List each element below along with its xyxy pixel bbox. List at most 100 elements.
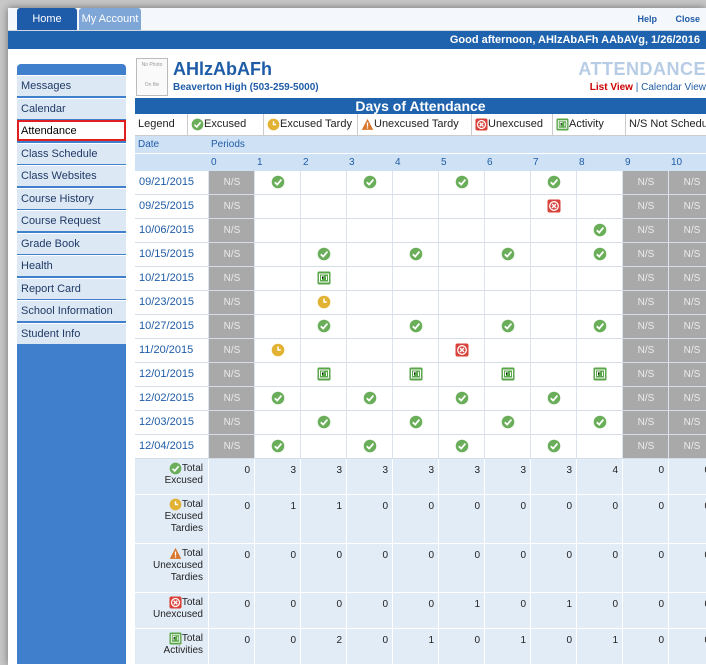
period-cell[interactable]	[392, 243, 439, 266]
list-view-link[interactable]: List View	[590, 82, 633, 93]
period-cell	[300, 339, 347, 362]
period-cell	[300, 387, 347, 410]
period-cell[interactable]	[300, 267, 347, 290]
view-links: List View | Calendar View	[590, 82, 706, 93]
period-header-8: 8	[579, 157, 585, 168]
period-cell[interactable]	[346, 435, 393, 458]
period-cell[interactable]	[576, 243, 623, 266]
date-link[interactable]: 10/06/2015	[135, 219, 207, 242]
period-cell[interactable]	[530, 435, 577, 458]
period-cell: N/S	[622, 267, 669, 290]
tab-home[interactable]: Home	[17, 8, 77, 30]
period-cell[interactable]	[300, 411, 347, 434]
period-cell	[484, 195, 531, 218]
period-cell[interactable]	[254, 171, 301, 194]
not-scheduled-text: N/S	[637, 369, 655, 380]
period-cell[interactable]	[438, 339, 485, 362]
period-cell[interactable]	[576, 411, 623, 434]
date-link[interactable]: 12/04/2015	[135, 435, 207, 458]
period-cell[interactable]	[254, 339, 301, 362]
check-icon	[409, 247, 423, 261]
period-cell	[300, 435, 347, 458]
period-cell	[438, 195, 485, 218]
totals-row: TotalExcused03333333400	[135, 459, 706, 495]
period-cell[interactable]	[254, 435, 301, 458]
total-value: 0	[530, 544, 576, 592]
sidebar-item-course-history[interactable]: Course History	[17, 187, 126, 209]
period-cell[interactable]	[438, 435, 485, 458]
period-cell[interactable]	[484, 315, 531, 338]
close-link[interactable]: Close	[675, 14, 700, 24]
period-cell[interactable]	[576, 315, 623, 338]
sidebar-item-health[interactable]: Health	[17, 255, 126, 276]
date-link[interactable]: 10/23/2015	[135, 291, 207, 314]
sidebar-item-calendar[interactable]: Calendar	[17, 97, 126, 119]
period-cell	[346, 291, 393, 314]
tab-my-account[interactable]: My Account	[79, 8, 141, 30]
not-scheduled-text: N/S	[683, 177, 701, 188]
date-link[interactable]: 09/21/2015	[135, 171, 207, 194]
period-cell[interactable]	[300, 291, 347, 314]
sidebar-item-messages[interactable]: Messages	[17, 75, 126, 96]
sidebar-item-student-info[interactable]: Student Info	[17, 322, 126, 344]
sidebar-item-attendance[interactable]: Attendance	[17, 120, 126, 141]
period-cell[interactable]	[438, 387, 485, 410]
not-scheduled-text: N/S	[637, 345, 655, 356]
sidebar-item-grade-book[interactable]: Grade Book	[17, 232, 126, 254]
totals-label-line: Total	[181, 597, 203, 609]
period-cell[interactable]	[484, 411, 531, 434]
period-cell[interactable]	[392, 315, 439, 338]
date-link[interactable]: 12/01/2015	[135, 363, 207, 386]
period-cell[interactable]	[484, 363, 531, 386]
period-cell[interactable]	[438, 171, 485, 194]
period-cell[interactable]	[392, 363, 439, 386]
period-cell[interactable]	[300, 363, 347, 386]
period-cell[interactable]	[300, 315, 347, 338]
date-link[interactable]: 12/02/2015	[135, 387, 207, 410]
period-cell[interactable]	[392, 411, 439, 434]
legend: Legend Excused Excused Tardy Unexcused T…	[135, 114, 706, 136]
table-row: 12/01/2015 N/S N/S N/S	[135, 363, 706, 387]
period-cell	[484, 219, 531, 242]
date-link[interactable]: 10/27/2015	[135, 315, 207, 338]
period-cell[interactable]	[346, 387, 393, 410]
period-cell: N/S	[668, 387, 706, 410]
period-cell[interactable]	[300, 243, 347, 266]
sidebar-item-course-request[interactable]: Course Request	[17, 210, 126, 231]
table-row: 12/02/2015 N/S N/S N/S	[135, 387, 706, 411]
total-value: 0	[530, 495, 576, 543]
not-scheduled-text: N/S	[223, 345, 241, 356]
period-cell[interactable]	[576, 363, 623, 386]
cross-circle-icon	[547, 199, 561, 213]
clock-icon	[317, 295, 331, 309]
period-cell[interactable]	[254, 387, 301, 410]
period-cell[interactable]	[346, 171, 393, 194]
calendar-view-link[interactable]: Calendar View	[641, 82, 706, 93]
not-scheduled-text: N/S	[683, 321, 701, 332]
legend-activity-text: Activity	[569, 118, 604, 130]
sidebar-item-class-schedule[interactable]: Class Schedule	[17, 142, 126, 164]
date-link[interactable]: 09/25/2015	[135, 195, 207, 218]
date-link[interactable]: 12/03/2015	[135, 411, 207, 434]
total-value: 0	[668, 629, 706, 664]
date-link[interactable]: 11/20/2015	[135, 339, 207, 362]
sidebar-item-class-websites[interactable]: Class Websites	[17, 165, 126, 186]
period-cell	[392, 387, 439, 410]
period-cell[interactable]	[530, 171, 577, 194]
period-cell[interactable]	[530, 195, 577, 218]
period-cell: N/S	[668, 291, 706, 314]
date-link[interactable]: 10/15/2015	[135, 243, 207, 266]
help-link[interactable]: Help	[637, 14, 657, 24]
sidebar-item-report-card[interactable]: Report Card	[17, 277, 126, 299]
check-icon	[455, 391, 469, 405]
period-cell[interactable]	[576, 219, 623, 242]
period-cell[interactable]	[530, 387, 577, 410]
date-link[interactable]: 10/21/2015	[135, 267, 207, 290]
period-cell[interactable]	[484, 243, 531, 266]
table-row: 12/03/2015 N/S N/S N/S	[135, 411, 706, 435]
sidebar-item-school-information[interactable]: School Information	[17, 300, 126, 321]
check-icon	[501, 319, 515, 333]
total-value: 3	[438, 459, 484, 494]
period-cell	[530, 243, 577, 266]
check-icon	[363, 391, 377, 405]
